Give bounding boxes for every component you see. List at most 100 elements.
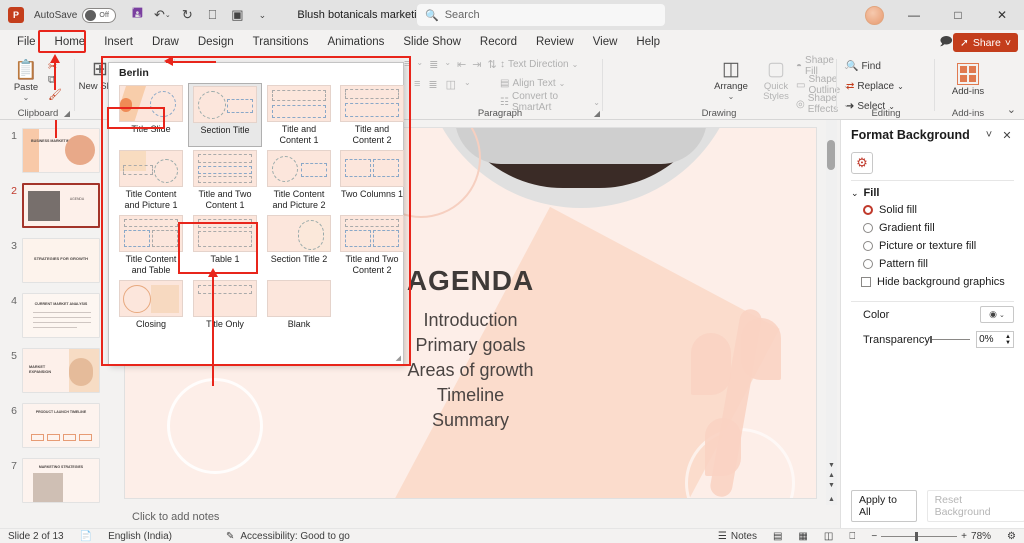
layout-option-title-and-content-2[interactable]: Title and Content 2 <box>336 83 408 147</box>
thumbnail-image[interactable]: CURRENT MARKET ANALYSIS <box>22 293 100 338</box>
tab-insert[interactable]: Insert <box>95 33 142 51</box>
numbering-caret-icon[interactable]: ⌄ <box>444 58 451 71</box>
radio-solid-fill[interactable] <box>863 205 873 215</box>
redo-icon[interactable]: ↻ <box>176 4 198 26</box>
tab-review[interactable]: Review <box>527 33 583 51</box>
thumbnail-image[interactable]: BUSINESS MARKETING MEETING <box>22 128 100 173</box>
layout-option-blank[interactable]: Blank <box>263 278 335 332</box>
cut-icon[interactable]: ✂ <box>48 60 62 73</box>
thumbnail-image[interactable]: PRODUCT LAUNCH TIMELINE <box>22 403 100 448</box>
minimize-button[interactable]: — <box>892 0 936 30</box>
autosave-switch[interactable]: Off <box>82 8 116 23</box>
layout-option-title-and-two-content-1[interactable]: Title and Two Content 1 <box>188 148 262 212</box>
close-button[interactable]: ✕ <box>980 0 1024 30</box>
undo-icon[interactable]: ↶⌄ <box>151 4 173 26</box>
bullets-caret-icon[interactable]: ⌄ <box>416 58 423 71</box>
layout-option-closing[interactable]: Closing <box>115 278 187 332</box>
paragraph-dialog-launcher[interactable]: ◢ <box>594 109 600 118</box>
layout-option-title-content-and-table[interactable]: Title Content and Table <box>115 213 187 277</box>
thumbnail-image[interactable]: MARKET EXPANSION <box>22 348 100 393</box>
thumbnail-item-1[interactable]: 1 BUSINESS MARKETING MEETING <box>0 128 118 173</box>
radio-gradient-fill[interactable] <box>863 223 873 233</box>
thumbnail-item-4[interactable]: 4 CURRENT MARKET ANALYSIS <box>0 293 118 338</box>
fill-section-header[interactable]: ⌄ Fill <box>841 181 1024 201</box>
tab-help[interactable]: Help <box>627 33 669 51</box>
zoom-in-button[interactable]: + <box>961 531 967 542</box>
checkbox-hide-background-graphics[interactable] <box>861 277 871 287</box>
autosave-toggle[interactable]: AutoSave Off <box>34 8 116 23</box>
layout-option-section-title[interactable]: Section Title <box>188 83 262 147</box>
reset-background-button[interactable]: Reset Background <box>927 490 1024 522</box>
avatar[interactable] <box>865 6 884 25</box>
language-indicator[interactable]: English (India) <box>100 531 180 542</box>
fill-bucket-icon[interactable]: ⚙ <box>851 152 873 174</box>
tab-view[interactable]: View <box>584 33 627 51</box>
transparency-slider[interactable] <box>930 339 970 340</box>
layout-option-section-title-2[interactable]: Section Title 2 <box>263 213 335 277</box>
maximize-button[interactable]: □ <box>936 0 980 30</box>
radio-pattern-fill[interactable] <box>863 259 873 269</box>
accessibility-status[interactable]: Accessibility: Good to go <box>232 531 358 542</box>
layout-option-title-and-two-content-2[interactable]: Title and Two Content 2 <box>336 213 408 277</box>
slide-thumbnail-pane[interactable]: 1 BUSINESS MARKETING MEETING 2 AGENDA 3 … <box>0 120 118 505</box>
save-icon[interactable]: 🖪 <box>126 4 148 26</box>
zoom-out-button[interactable]: − <box>871 531 877 542</box>
layout-option-title-only[interactable]: Title Only <box>188 278 262 332</box>
format-painter-icon[interactable]: 🖌 <box>48 88 62 101</box>
slide-sorter-view-button[interactable]: ▦ <box>790 531 815 542</box>
thumbnail-item-7[interactable]: 7 MARKETING STRATEGIES <box>0 458 118 503</box>
zoom-knob[interactable] <box>915 532 918 541</box>
apply-to-all-button[interactable]: Apply to All <box>851 490 917 522</box>
layout-option-title-content-and-picture-1[interactable]: Title Content and Picture 1 <box>115 148 187 212</box>
decrease-indent-icon[interactable]: ⇤ <box>457 58 466 71</box>
radio-picture-fill[interactable] <box>863 241 873 251</box>
thumbnail-image[interactable]: STRATEGIES FOR GROWTH <box>22 238 100 283</box>
tab-animations[interactable]: Animations <box>318 33 393 51</box>
next-slide-icon[interactable]: ▼ <box>827 482 836 489</box>
collapse-ribbon-icon[interactable]: ⌄ <box>1007 103 1016 116</box>
arrange-button[interactable]: ◫ Arrange ⌄ <box>709 56 753 101</box>
previous-slide-icon[interactable]: ▼ <box>827 462 836 469</box>
option-picture-or-texture-fill[interactable]: Picture or texture fill <box>841 237 1024 255</box>
copy-icon[interactable]: ⧉ <box>48 74 62 87</box>
option-gradient-fill[interactable]: Gradient fill <box>841 219 1024 237</box>
gallery-resize-handle[interactable]: ◢ <box>396 354 401 362</box>
thumbnail-item-2[interactable]: 2 AGENDA <box>0 183 118 228</box>
zoom-track[interactable] <box>881 536 957 537</box>
panel-collapse-icon[interactable]: ˅ <box>980 129 998 141</box>
slide-counter[interactable]: Slide 2 of 13 <box>0 531 72 542</box>
increase-indent-icon[interactable]: ⇥ <box>472 58 481 71</box>
fit-to-window-icon[interactable]: ⚙ <box>999 531 1024 542</box>
thumbnail-item-6[interactable]: 6 PRODUCT LAUNCH TIMELINE <box>0 403 118 448</box>
tab-transitions[interactable]: Transitions <box>244 33 318 51</box>
tab-draw[interactable]: Draw <box>143 33 188 51</box>
thumbnail-item-3[interactable]: 3 STRATEGIES FOR GROWTH <box>0 238 118 283</box>
thumbnail-image[interactable]: MARKETING STRATEGIES <box>22 458 100 503</box>
layout-option-table-1[interactable]: Table 1 <box>188 213 262 277</box>
notes-button[interactable]: ☰ Notes <box>710 531 765 542</box>
search-input[interactable]: 🔍 Search <box>417 4 665 26</box>
bullets-icon[interactable]: ≡ <box>404 58 410 71</box>
record-icon[interactable]: ▣ <box>226 4 248 26</box>
normal-view-button[interactable]: ▤ <box>765 531 790 542</box>
start-presentation-icon[interactable]: ⎕ <box>201 4 223 26</box>
paste-button[interactable]: 📋 Paste ⌄ <box>4 57 48 102</box>
layout-option-title-and-content-1[interactable]: Title and Content 1 <box>263 83 335 147</box>
share-button[interactable]: ➚ Share ˅ <box>953 33 1018 52</box>
customize-qat-icon[interactable]: ⌄ <box>251 4 273 26</box>
align-left-icon[interactable]: ≡ <box>414 78 420 91</box>
line-spacing-icon[interactable]: ⇅ <box>487 58 496 71</box>
tab-file[interactable]: File <box>8 33 45 51</box>
scroll-up-icon[interactable]: ▲ <box>827 472 836 479</box>
option-hide-background-graphics[interactable]: Hide background graphics <box>841 273 1024 291</box>
reading-view-button[interactable]: ◫ <box>816 531 841 542</box>
columns-caret-icon[interactable]: ⌄ <box>464 78 471 91</box>
align-text-button[interactable]: ▤ Align Text ⌄ <box>500 75 600 91</box>
panel-close-icon[interactable]: ✕ <box>998 129 1016 142</box>
transparency-stepper-icon[interactable]: ▲▼ <box>1005 334 1011 346</box>
find-button[interactable]: 🔍 Find <box>846 58 904 74</box>
scrollbar-thumb[interactable] <box>827 140 835 170</box>
transparency-spinbox[interactable]: 0% ▲▼ <box>976 331 1014 348</box>
zoom-slider[interactable]: − + 78% <box>863 531 999 542</box>
columns-icon[interactable]: ◫ <box>446 78 456 91</box>
